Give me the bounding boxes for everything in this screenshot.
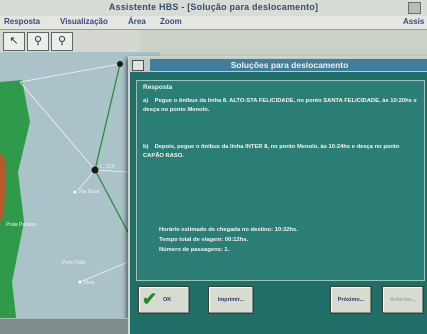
step-a-mark: a): [143, 98, 149, 104]
print-button[interactable]: Imprimir...: [208, 286, 254, 314]
main-title-bar: Assistente HBS - [Solução para deslocame…: [0, 0, 427, 17]
zoom-in-icon[interactable]: ⚲: [27, 32, 49, 51]
zoom-out-icon[interactable]: ⚲: [51, 32, 73, 51]
menu-bar: Resposta Visualização Área Zoom Assis: [0, 16, 427, 30]
status-bar: [0, 318, 128, 334]
map-label: L. COI: [100, 164, 115, 170]
screen: Assistente HBS - [Solução para deslocame…: [0, 0, 427, 334]
stop-marker[interactable]: [117, 61, 123, 67]
dialog-title-bar: Soluções para deslocamento: [130, 58, 427, 72]
next-button[interactable]: Próximo...: [330, 286, 372, 314]
travel-time-text: Tempo total de viagem: 00:12hs.: [159, 237, 249, 243]
pointer-tool-icon[interactable]: ↖: [3, 32, 25, 51]
stop-marker[interactable]: [91, 166, 99, 174]
response-panel: Resposta a) Pegue o ônibus da linha 8. A…: [136, 80, 425, 281]
step-a: a) Pegue o ônibus da linha 8. ALTO-STA F…: [143, 97, 417, 115]
dialog-title: Soluções para deslocamento: [150, 59, 427, 71]
map-label: Porto Feliz: [62, 260, 86, 266]
check-icon: ✔: [142, 289, 158, 309]
menu-visualizacao[interactable]: Visualização: [60, 17, 108, 26]
previous-button[interactable]: Anterior...: [382, 286, 424, 314]
solutions-dialog: Soluções para deslocamento Resposta a) P…: [128, 56, 427, 334]
fare-count-text: Número de passagens: 1.: [159, 247, 230, 253]
menu-area[interactable]: Área: [128, 17, 146, 26]
stop-marker[interactable]: [73, 190, 77, 194]
window-title: Assistente HBS - [Solução para deslocame…: [108, 2, 319, 12]
arrival-time-text: Horário estimado de chegada no destino: …: [159, 227, 298, 233]
ok-button[interactable]: ✔ OK: [138, 286, 190, 314]
dialog-system-menu-button[interactable]: [132, 60, 144, 71]
step-a-text: Pegue o ônibus da linha 8. ALTO-STA FELI…: [143, 98, 417, 113]
map-label: Ilhas: [84, 280, 95, 286]
stop-marker[interactable]: [78, 280, 82, 284]
menu-right-label: Assis: [403, 17, 425, 26]
response-panel-label: Resposta: [143, 84, 173, 91]
ok-button-label: OK: [163, 297, 172, 303]
map-label: Vila Nova: [78, 189, 100, 195]
step-b-text: Depois, pegue o ônibus da linha INTER 8,…: [143, 144, 400, 159]
map-toolbar: ↖ ⚲ ⚲: [0, 30, 140, 53]
menu-resposta[interactable]: Resposta: [4, 17, 40, 26]
maximize-button[interactable]: [408, 2, 421, 14]
menu-zoom[interactable]: Zoom: [160, 17, 182, 26]
step-b: b) Depois, pegue o ônibus da linha INTER…: [143, 143, 417, 161]
map-label: Praia Paraíso: [6, 222, 37, 228]
step-b-mark: b): [143, 144, 149, 150]
